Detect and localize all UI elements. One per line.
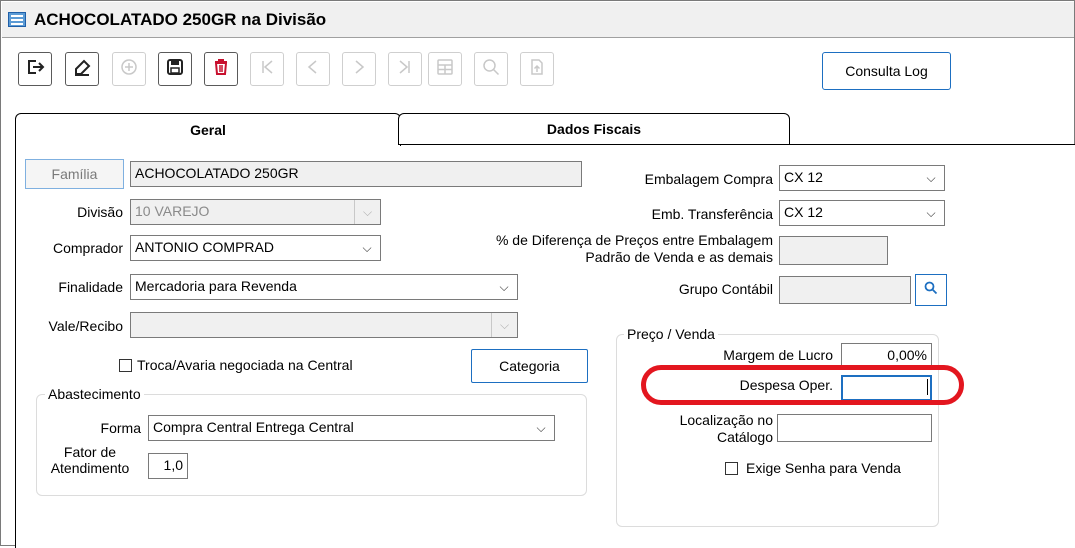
grid-icon	[435, 57, 455, 82]
grupo-contabil-field[interactable]	[779, 276, 911, 304]
fator-label-line1: Fator de	[63, 444, 117, 460]
chevron-down-icon: ⌵	[499, 279, 509, 294]
chevron-down-icon: ⌵	[536, 420, 546, 435]
troca-avaria-checkbox[interactable]	[119, 359, 132, 372]
dif-precos-label-line2: Padrão de Venda e as demais	[585, 249, 773, 265]
localizacao-label-line2: Catálogo	[716, 429, 773, 445]
margem-label: Margem de Lucro	[723, 347, 833, 363]
vale-recibo-label: Vale/Recibo	[48, 318, 123, 334]
next-button[interactable]	[342, 52, 376, 86]
delete-button[interactable]	[204, 52, 238, 86]
main-window: ACHOCOLATADO 250GR na Divisão Consulta L…	[0, 0, 1075, 548]
exige-senha-label: Exige Senha para Venda	[746, 460, 901, 476]
divisao-select[interactable]: 10 VAREJO ⌵	[130, 199, 381, 225]
exige-senha-checkbox[interactable]	[725, 462, 738, 475]
dif-precos-field[interactable]	[779, 236, 888, 265]
add-button[interactable]	[112, 52, 146, 86]
forma-value: Compra Central Entrega Central	[153, 419, 354, 435]
categoria-button[interactable]: Categoria	[471, 349, 588, 383]
finalidade-value: Mercadoria para Revenda	[135, 278, 297, 294]
grupo-contabil-label: Grupo Contábil	[678, 281, 773, 297]
export-icon	[527, 57, 547, 82]
trash-icon	[211, 57, 231, 82]
emb-transferencia-select[interactable]: CX 12 ⌵	[779, 200, 945, 226]
fator-label: Fator de Atendimento	[41, 444, 139, 476]
troca-avaria-label: Troca/Avaria negociada na Central	[137, 357, 353, 373]
finalidade-select[interactable]: Mercadoria para Revenda ⌵	[130, 274, 518, 300]
last-record-icon	[395, 57, 415, 82]
dif-precos-label: % de Diferença de Preços entre Embalagem…	[441, 232, 773, 266]
chevron-down-icon: ⌵	[362, 240, 372, 255]
divisao-value: 10 VAREJO	[135, 203, 210, 219]
emb-transferencia-value: CX 12	[784, 204, 823, 220]
localizacao-field[interactable]	[777, 414, 932, 442]
previous-button[interactable]	[296, 52, 330, 86]
first-record-icon	[257, 57, 277, 82]
last-record-button[interactable]	[388, 52, 422, 86]
vale-recibo-select[interactable]: ⌵	[130, 312, 518, 338]
consulta-log-button[interactable]: Consulta Log	[822, 52, 951, 90]
eraser-icon	[72, 57, 92, 82]
comprador-label: Comprador	[52, 240, 123, 256]
dif-precos-label-line1: % de Diferença de Preços entre Embalagem	[495, 232, 773, 248]
tab-dados-fiscais[interactable]: Dados Fiscais	[398, 113, 790, 145]
plus-circle-icon	[119, 57, 139, 82]
red-highlight-annotation	[641, 365, 964, 405]
finalidade-label: Finalidade	[58, 279, 123, 295]
comprador-select[interactable]: ANTONIO COMPRAD ⌵	[130, 235, 381, 261]
next-icon	[349, 57, 369, 82]
divisao-label: Divisão	[77, 204, 123, 220]
localizacao-label: Localização no Catálogo	[621, 412, 773, 446]
clear-button[interactable]	[65, 52, 99, 86]
grid-button[interactable]	[428, 52, 462, 86]
familia-field[interactable]: ACHOCOLATADO 250GR	[130, 161, 582, 187]
forma-select[interactable]: Compra Central Entrega Central ⌵	[148, 415, 555, 441]
window-title: ACHOCOLATADO 250GR na Divisão	[34, 10, 327, 29]
save-icon	[165, 57, 185, 82]
chevron-down-icon: ⌵	[926, 170, 936, 185]
search-icon	[924, 281, 938, 299]
search-button[interactable]	[474, 52, 508, 86]
export-button[interactable]	[520, 52, 554, 86]
previous-icon	[303, 57, 323, 82]
chevron-down-icon: ⌵	[491, 313, 517, 337]
abastecimento-title: Abastecimento	[45, 386, 144, 402]
comprador-value: ANTONIO COMPRAD	[135, 239, 274, 255]
chevron-down-icon: ⌵	[354, 200, 380, 224]
embalagem-compra-select[interactable]: CX 12 ⌵	[779, 165, 945, 191]
exit-button[interactable]	[18, 52, 52, 86]
tab-geral[interactable]: Geral	[15, 113, 401, 146]
emb-transferencia-label: Emb. Transferência	[651, 206, 773, 222]
save-button[interactable]	[158, 52, 192, 86]
familia-button[interactable]: Família	[25, 159, 124, 189]
fator-field[interactable]: 1,0	[148, 453, 188, 479]
preco-venda-title: Preço / Venda	[624, 326, 718, 342]
form-window-icon	[8, 12, 26, 27]
chevron-down-icon: ⌵	[926, 205, 936, 220]
first-record-button[interactable]	[250, 52, 284, 86]
search-icon	[481, 57, 501, 82]
title-bar: ACHOCOLATADO 250GR na Divisão	[2, 2, 1074, 38]
localizacao-label-line1: Localização no	[679, 412, 773, 428]
fator-label-line2: Atendimento	[50, 460, 130, 476]
exit-icon	[25, 57, 45, 82]
embalagem-compra-label: Embalagem Compra	[644, 171, 773, 187]
grupo-contabil-search-button[interactable]	[915, 274, 947, 306]
embalagem-compra-value: CX 12	[784, 169, 823, 185]
forma-label: Forma	[100, 420, 141, 436]
